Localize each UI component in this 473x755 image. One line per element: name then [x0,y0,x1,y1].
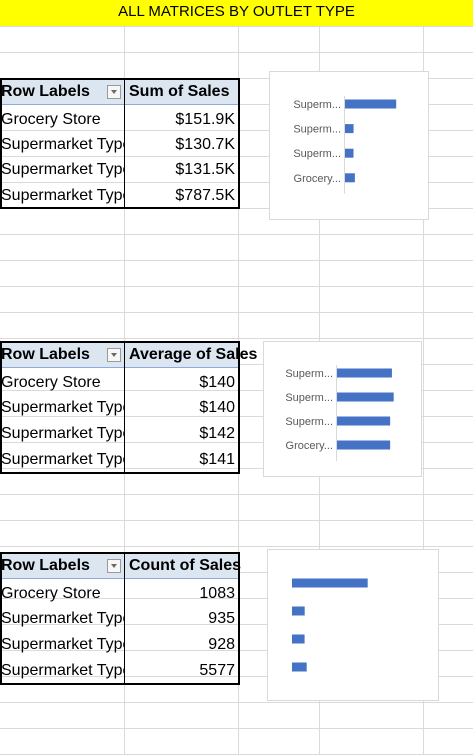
pivot-1-row-label[interactable]: Supermarket Type2 [1,157,124,183]
chart-bar [337,440,391,450]
pivot-2-row-label[interactable]: Grocery Store [1,370,124,396]
pivot-1-divider [124,78,125,209]
chart-bar [345,124,354,134]
pivot-3-row-label[interactable]: Supermarket Type1 [1,606,124,632]
chart-category-label: Grocery... [286,440,333,452]
chart-category-label: Grocery... [294,173,341,185]
pivot-2-divider [124,341,125,474]
chart-bar [345,173,355,183]
pivot-3-filter-dropdown[interactable] [107,559,121,573]
chart-bar [292,578,368,588]
pivot-1-row-value[interactable]: $787.5K [125,183,238,209]
pivot-3-row-label[interactable]: Grocery Store [1,581,124,607]
pivot-2-row-label[interactable]: Supermarket Type2 [1,421,124,447]
chart-bar [337,392,394,402]
pivot-3-row-labels-header[interactable]: Row Labels [1,553,121,579]
chart-bar [345,148,354,158]
sheet-title: ALL MATRICES BY OUTLET TYPE [118,3,355,20]
pivot-1-row-value[interactable]: $131.5K [125,157,238,183]
pivot-1-row-label[interactable]: Supermarket Type1 [1,132,124,158]
sum-of-sales-chart[interactable]: Superm... Superm... Superm... Grocery... [269,71,429,220]
average-of-sales-chart-plot: Superm... Superm... Superm... Grocery... [285,365,394,461]
pivot-3-row-value[interactable]: 935 [125,606,238,632]
pivot-2-row-value[interactable]: $142 [125,421,238,447]
pivot-1-header-line [0,104,238,105]
pivot-3-row-value[interactable]: 5577 [125,658,238,684]
chart-category-label: Superm... [285,392,333,404]
pivot-3-row-value[interactable]: 928 [125,632,238,658]
pivot-3-divider [124,552,125,685]
sum-of-sales-chart-plot: Superm... Superm... Superm... Grocery... [293,96,397,194]
pivot-1-row-value[interactable]: $130.7K [125,132,238,158]
pivot-1-filter-dropdown[interactable] [107,85,121,99]
pivot-2-row-value[interactable]: $141 [125,447,238,473]
pivot-2-row-value[interactable]: $140 [125,370,238,396]
pivot-3-row-value[interactable]: 1083 [125,581,238,607]
count-of-sales-chart[interactable] [267,549,439,701]
chart-category-label: Superm... [293,99,341,111]
chart-bar [345,99,397,109]
pivot-1-row-labels-header[interactable]: Row Labels [1,79,121,105]
chart-bar [337,368,392,378]
average-of-sales-chart[interactable]: Superm... Superm... Superm... Grocery... [263,341,422,477]
pivot-1-row-label[interactable]: Grocery Store [1,107,124,133]
pivot-3-row-label[interactable]: Supermarket Type3 [1,658,124,684]
pivot-2-row-labels-header[interactable]: Row Labels [1,342,121,368]
pivot-1-row-label[interactable]: Supermarket Type3 [1,183,124,209]
chart-bar [337,416,391,426]
pivot-2-row-label[interactable]: Supermarket Type3 [1,447,124,473]
chart-bar [292,606,305,616]
pivot-2-value-header[interactable]: Average of Sales [129,342,269,368]
pivot-1-row-value[interactable]: $151.9K [125,107,238,133]
pivot-3-row-label[interactable]: Supermarket Type2 [1,632,124,658]
chart-bar [292,634,305,644]
pivot-2-row-label[interactable]: Supermarket Type1 [1,395,124,421]
pivot-2-row-value[interactable]: $140 [125,395,238,421]
pivot-2-filter-dropdown[interactable] [107,348,121,362]
pivot-3-value-header[interactable]: Count of Sales [129,553,259,579]
chart-category-label: Superm... [293,148,341,160]
chart-category-label: Superm... [285,368,333,380]
pivot-3-header-line [0,578,238,579]
pivot-1-value-header[interactable]: Sum of Sales [129,79,239,105]
chart-category-label: Superm... [285,416,333,428]
pivot-2-header-line [0,367,238,368]
chart-bar [292,662,307,672]
chart-category-label: Superm... [293,124,341,136]
count-of-sales-chart-plot [292,578,368,672]
